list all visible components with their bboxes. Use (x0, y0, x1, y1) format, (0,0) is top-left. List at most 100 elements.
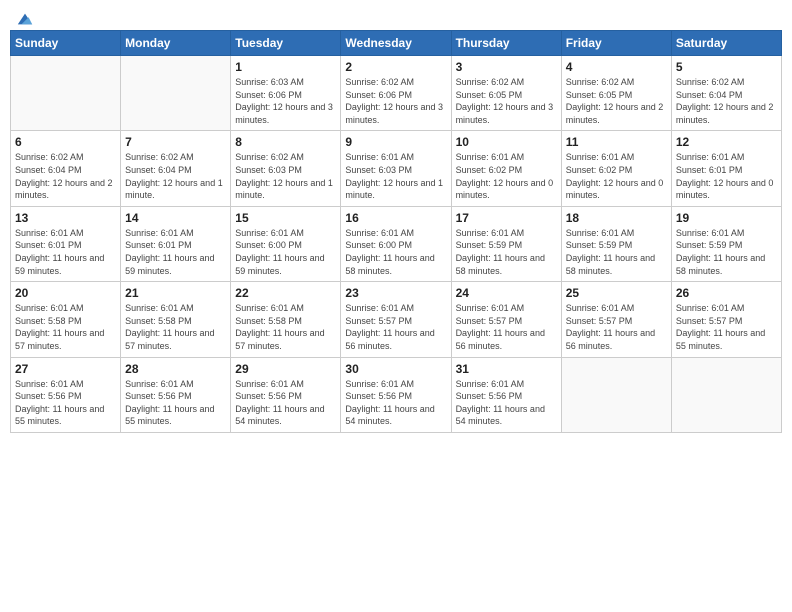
day-number: 22 (235, 286, 336, 300)
day-info: Sunrise: 6:02 AM Sunset: 6:05 PM Dayligh… (566, 76, 667, 126)
logo (14, 10, 34, 22)
calendar-cell: 15 Sunrise: 6:01 AM Sunset: 6:00 PM Dayli… (231, 206, 341, 281)
day-info: Sunrise: 6:01 AM Sunset: 6:00 PM Dayligh… (345, 227, 446, 277)
calendar-week-2: 6 Sunrise: 6:02 AM Sunset: 6:04 PM Daylig… (11, 131, 782, 206)
calendar-cell: 13Sunrise: 6:01 AM Sunset: 6:01 PM Dayli… (11, 206, 121, 281)
day-number: 25 (566, 286, 667, 300)
calendar-cell: 28 Sunrise: 6:01 AM Sunset: 5:56 PM Dayli… (121, 357, 231, 432)
day-info: Sunrise: 6:02 AM Sunset: 6:04 PM Dayligh… (125, 151, 226, 201)
day-info: Sunrise: 6:01 AM Sunset: 5:57 PM Dayligh… (456, 302, 557, 352)
calendar-cell: 8 Sunrise: 6:02 AM Sunset: 6:03 PM Daylig… (231, 131, 341, 206)
day-info: Sunrise: 6:02 AM Sunset: 6:04 PM Dayligh… (676, 76, 777, 126)
day-number: 16 (345, 211, 446, 225)
calendar-cell: 6 Sunrise: 6:02 AM Sunset: 6:04 PM Daylig… (11, 131, 121, 206)
day-info: Sunrise: 6:01 AM Sunset: 5:58 PM Dayligh… (235, 302, 336, 352)
day-header-tuesday: Tuesday (231, 31, 341, 56)
day-number: 12 (676, 135, 777, 149)
calendar-cell: 12 Sunrise: 6:01 AM Sunset: 6:01 PM Dayli… (671, 131, 781, 206)
calendar-cell: 26 Sunrise: 6:01 AM Sunset: 5:57 PM Dayli… (671, 282, 781, 357)
calendar-cell: 9 Sunrise: 6:01 AM Sunset: 6:03 PM Daylig… (341, 131, 451, 206)
calendar-cell: 24 Sunrise: 6:01 AM Sunset: 5:57 PM Dayli… (451, 282, 561, 357)
day-number: 24 (456, 286, 557, 300)
day-number: 6 (15, 135, 116, 149)
day-info: Sunrise: 6:01 AM Sunset: 6:01 PM Dayligh… (676, 151, 777, 201)
day-info: Sunrise: 6:01 AM Sunset: 6:01 PM Dayligh… (125, 227, 226, 277)
day-info: Sunrise: 6:01 AM Sunset: 5:59 PM Dayligh… (566, 227, 667, 277)
day-info: Sunrise: 6:02 AM Sunset: 6:03 PM Dayligh… (235, 151, 336, 201)
day-number: 1 (235, 60, 336, 74)
day-number: 9 (345, 135, 446, 149)
calendar-cell: 14 Sunrise: 6:01 AM Sunset: 6:01 PM Dayli… (121, 206, 231, 281)
day-info: Sunrise: 6:01 AM Sunset: 5:57 PM Dayligh… (566, 302, 667, 352)
day-info: Sunrise: 6:01 AM Sunset: 5:59 PM Dayligh… (676, 227, 777, 277)
day-number: 23 (345, 286, 446, 300)
day-number: 4 (566, 60, 667, 74)
calendar-cell: 25 Sunrise: 6:01 AM Sunset: 5:57 PM Dayli… (561, 282, 671, 357)
calendar-cell: 29 Sunrise: 6:01 AM Sunset: 5:56 PM Dayli… (231, 357, 341, 432)
day-number: 5 (676, 60, 777, 74)
calendar-week-5: 27 Sunrise: 6:01 AM Sunset: 5:56 PM Dayli… (11, 357, 782, 432)
day-info: Sunrise: 6:01 AM Sunset: 5:59 PM Dayligh… (456, 227, 557, 277)
day-number: 13 (15, 211, 116, 225)
day-number: 14 (125, 211, 226, 225)
calendar-header-row: SundayMondayTuesdayWednesdayThursdayFrid… (11, 31, 782, 56)
calendar-cell: 3Sunrise: 6:02 AM Sunset: 6:05 PM Daylig… (451, 56, 561, 131)
day-number: 7 (125, 135, 226, 149)
logo-icon (16, 10, 34, 28)
calendar-cell: 22 Sunrise: 6:01 AM Sunset: 5:58 PM Dayli… (231, 282, 341, 357)
day-info: Sunrise: 6:01 AM Sunset: 5:57 PM Dayligh… (345, 302, 446, 352)
day-info: Sunrise: 6:02 AM Sunset: 6:06 PM Dayligh… (345, 76, 446, 126)
day-header-thursday: Thursday (451, 31, 561, 56)
day-info: Sunrise: 6:01 AM Sunset: 6:03 PM Dayligh… (345, 151, 446, 201)
day-info: Sunrise: 6:02 AM Sunset: 6:05 PM Dayligh… (456, 76, 557, 126)
day-number: 26 (676, 286, 777, 300)
calendar-cell: 19 Sunrise: 6:01 AM Sunset: 5:59 PM Dayli… (671, 206, 781, 281)
calendar-cell (671, 357, 781, 432)
calendar-cell (11, 56, 121, 131)
calendar-cell: 31 Sunrise: 6:01 AM Sunset: 5:56 PM Dayli… (451, 357, 561, 432)
calendar-cell (121, 56, 231, 131)
day-number: 2 (345, 60, 446, 74)
day-number: 8 (235, 135, 336, 149)
day-info: Sunrise: 6:03 AM Sunset: 6:06 PM Dayligh… (235, 76, 336, 126)
day-info: Sunrise: 6:01 AM Sunset: 5:58 PM Dayligh… (15, 302, 116, 352)
day-header-sunday: Sunday (11, 31, 121, 56)
day-header-saturday: Saturday (671, 31, 781, 56)
day-number: 21 (125, 286, 226, 300)
day-info: Sunrise: 6:01 AM Sunset: 5:56 PM Dayligh… (345, 378, 446, 428)
calendar-cell: 4 Sunrise: 6:02 AM Sunset: 6:05 PM Daylig… (561, 56, 671, 131)
page-header (10, 10, 782, 22)
day-header-monday: Monday (121, 31, 231, 56)
calendar-cell: 5 Sunrise: 6:02 AM Sunset: 6:04 PM Daylig… (671, 56, 781, 131)
day-number: 11 (566, 135, 667, 149)
calendar-cell: 7 Sunrise: 6:02 AM Sunset: 6:04 PM Daylig… (121, 131, 231, 206)
day-info: Sunrise: 6:01 AM Sunset: 5:56 PM Dayligh… (456, 378, 557, 428)
calendar-cell: 30Sunrise: 6:01 AM Sunset: 5:56 PM Dayli… (341, 357, 451, 432)
day-number: 20 (15, 286, 116, 300)
calendar-cell: 17 Sunrise: 6:01 AM Sunset: 5:59 PM Dayli… (451, 206, 561, 281)
day-header-wednesday: Wednesday (341, 31, 451, 56)
calendar-cell: 11Sunrise: 6:01 AM Sunset: 6:02 PM Dayli… (561, 131, 671, 206)
calendar-cell: 18Sunrise: 6:01 AM Sunset: 5:59 PM Dayli… (561, 206, 671, 281)
calendar: SundayMondayTuesdayWednesdayThursdayFrid… (10, 30, 782, 433)
day-number: 29 (235, 362, 336, 376)
calendar-cell (561, 357, 671, 432)
day-number: 15 (235, 211, 336, 225)
day-number: 19 (676, 211, 777, 225)
day-number: 17 (456, 211, 557, 225)
day-number: 28 (125, 362, 226, 376)
calendar-cell: 21 Sunrise: 6:01 AM Sunset: 5:58 PM Dayli… (121, 282, 231, 357)
day-info: Sunrise: 6:01 AM Sunset: 5:57 PM Dayligh… (676, 302, 777, 352)
day-info: Sunrise: 6:01 AM Sunset: 6:02 PM Dayligh… (456, 151, 557, 201)
day-info: Sunrise: 6:01 AM Sunset: 6:00 PM Dayligh… (235, 227, 336, 277)
day-info: Sunrise: 6:01 AM Sunset: 5:56 PM Dayligh… (125, 378, 226, 428)
day-number: 31 (456, 362, 557, 376)
calendar-cell: 23 Sunrise: 6:01 AM Sunset: 5:57 PM Dayli… (341, 282, 451, 357)
day-info: Sunrise: 6:01 AM Sunset: 5:56 PM Dayligh… (235, 378, 336, 428)
day-number: 10 (456, 135, 557, 149)
calendar-cell: 10 Sunrise: 6:01 AM Sunset: 6:02 PM Dayli… (451, 131, 561, 206)
day-number: 27 (15, 362, 116, 376)
calendar-cell: 27Sunrise: 6:01 AM Sunset: 5:56 PM Dayli… (11, 357, 121, 432)
day-info: Sunrise: 6:02 AM Sunset: 6:04 PM Dayligh… (15, 151, 116, 201)
day-info: Sunrise: 6:01 AM Sunset: 5:58 PM Dayligh… (125, 302, 226, 352)
